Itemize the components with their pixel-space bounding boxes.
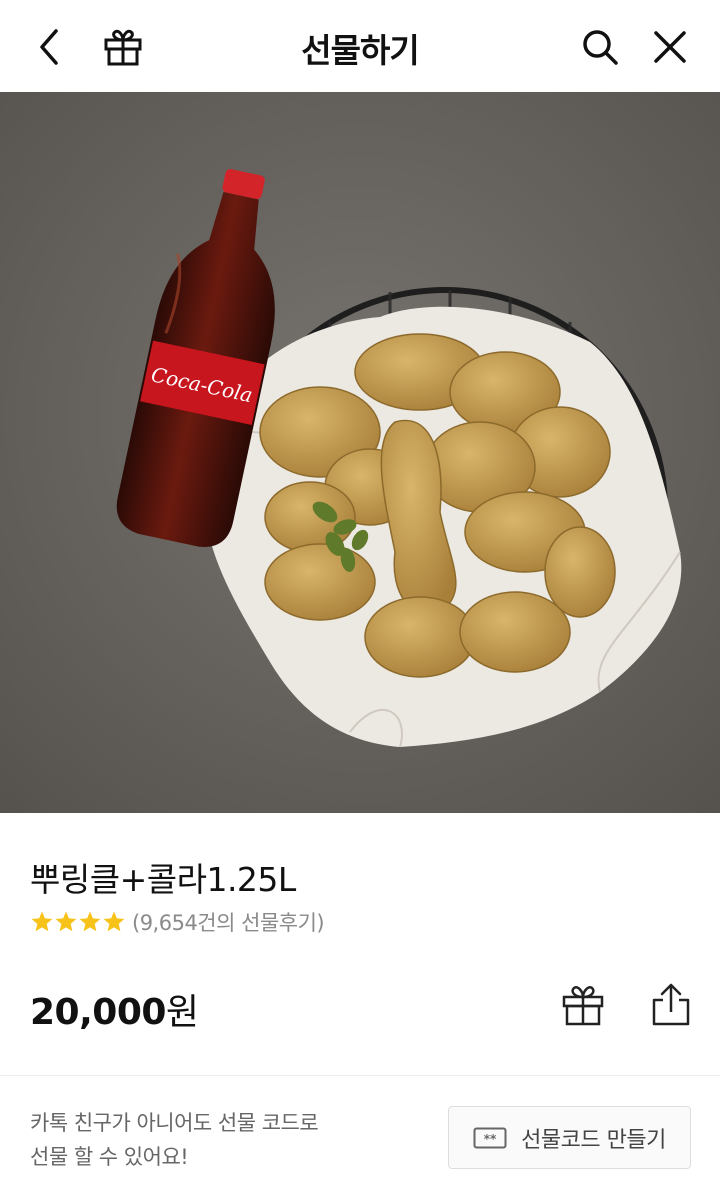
product-info: 뿌링클+콜라1.25L (9,654건의 선물후기) 20,000원 <box>0 813 720 1075</box>
review-count: (9,654건의 선물후기) <box>132 911 325 935</box>
price-unit: 원 <box>165 992 199 1033</box>
product-image: Coca-Cola <box>0 92 720 813</box>
close-icon <box>654 31 686 63</box>
star-icon <box>79 911 101 932</box>
gift-button[interactable] <box>557 979 609 1031</box>
ticket-icon: ** <box>473 1127 507 1148</box>
share-icon <box>652 983 690 1026</box>
gift-code-line-1: 카톡 친구가 아니어도 선물 코드로 <box>30 1111 319 1135</box>
gift-code-banner: 카톡 친구가 아니어도 선물 코드로 선물 할 수 있어요! ** 선물코드 만… <box>0 1075 720 1200</box>
search-icon <box>583 30 618 65</box>
share-button[interactable] <box>645 979 697 1031</box>
search-button[interactable] <box>575 22 625 72</box>
star-icon <box>103 911 125 932</box>
gift-icon <box>562 986 604 1026</box>
product-price: 20,000원 <box>30 983 199 1035</box>
star-icon <box>55 911 77 932</box>
svg-text:**: ** <box>484 1132 497 1146</box>
star-icon <box>31 911 53 932</box>
create-gift-code-label: 선물코드 만들기 <box>521 1127 666 1153</box>
price-value: 20,000 <box>30 992 166 1033</box>
product-name: 뿌링클+콜라1.25L <box>30 860 296 899</box>
gift-code-line-2: 선물 할 수 있어요! <box>30 1145 189 1169</box>
close-button[interactable] <box>645 22 695 72</box>
create-gift-code-button[interactable]: ** 선물코드 만들기 <box>448 1106 691 1169</box>
rating-row[interactable]: (9,654건의 선물후기) <box>30 907 325 937</box>
top-bar: 선물하기 <box>0 0 720 92</box>
gift-code-description: 카톡 친구가 아니어도 선물 코드로 선물 할 수 있어요! <box>30 1106 319 1174</box>
